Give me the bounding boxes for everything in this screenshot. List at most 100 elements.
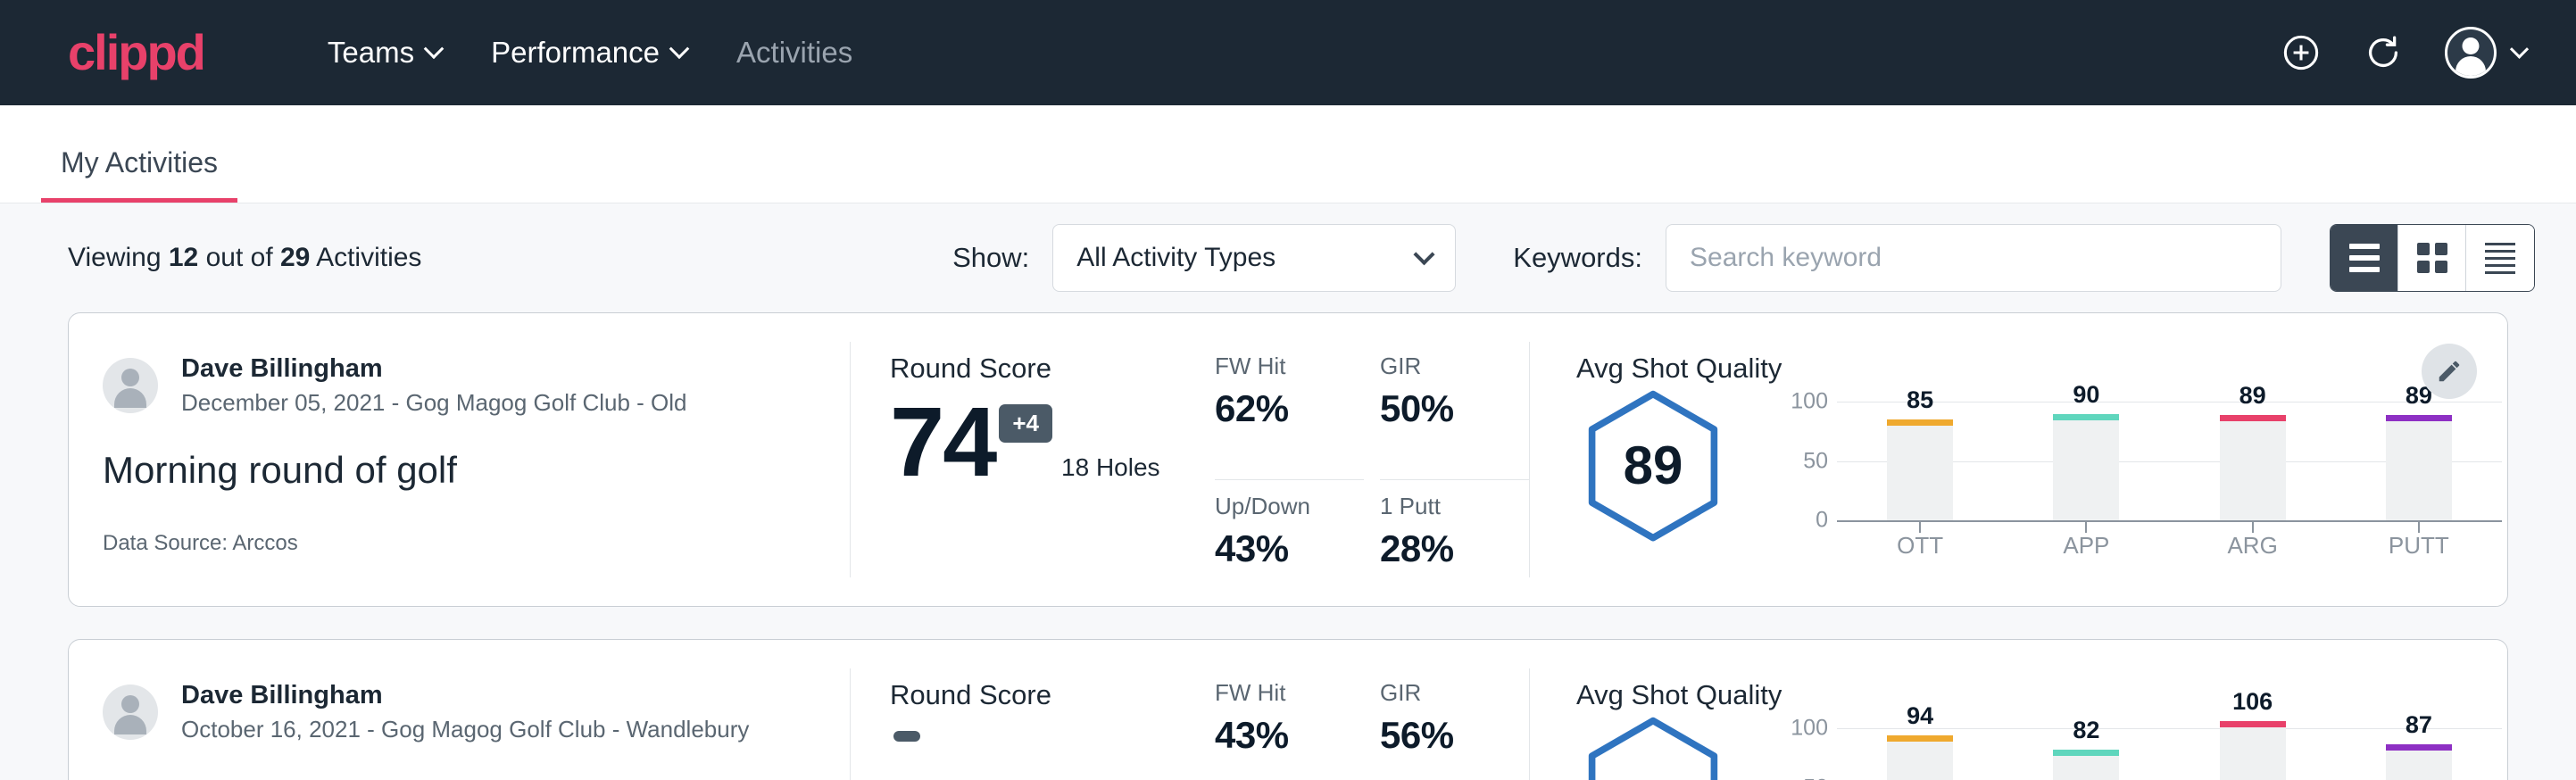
user-name: Dave Billingham xyxy=(181,353,687,385)
bar xyxy=(2386,415,2452,520)
keywords-label: Keywords: xyxy=(1513,242,1642,274)
activity-card[interactable]: Dave Billingham October 16, 2021 - Gog M… xyxy=(68,639,2508,780)
bar xyxy=(2220,415,2286,520)
stat-label: 1 Putt xyxy=(1380,493,1529,520)
chevron-down-icon xyxy=(669,38,690,59)
shot-quality-chart: 050100 85 90 89 89 OTTAPP xyxy=(1782,390,2507,560)
stat-value: 43% xyxy=(1215,527,1364,570)
y-tick-label: 100 xyxy=(1791,716,1828,742)
viewing-middle: out of xyxy=(206,243,273,272)
nav-item-activities[interactable]: Activities xyxy=(711,27,877,79)
avg-shot-quality-label: Avg Shot Quality xyxy=(1576,353,2507,385)
x-tick-label: OTT xyxy=(1887,532,1953,560)
primary-nav: Teams Performance Activities xyxy=(303,27,877,79)
compact-view-icon xyxy=(2485,243,2515,274)
bar-cap xyxy=(2220,721,2286,727)
chart-y-axis: 050100 xyxy=(1782,390,1837,560)
viewing-total: 29 xyxy=(280,243,310,272)
avg-shot-quality-section: Avg Shot Quality 89 050100 85 90 xyxy=(1530,313,2507,606)
viewing-suffix: Activities xyxy=(316,243,421,272)
bar-value-label: 87 xyxy=(2386,711,2452,739)
refresh-icon[interactable] xyxy=(2363,32,2404,73)
stat-label: FW Hit xyxy=(1215,679,1364,707)
tab-label: My Activities xyxy=(61,146,218,178)
navbar-actions xyxy=(2281,27,2526,79)
chart-bars: 94 82 106 87 xyxy=(1837,717,2502,780)
edit-activity-button[interactable] xyxy=(2422,344,2477,399)
y-tick-label: 0 xyxy=(1816,508,1828,534)
bar-column: 85 xyxy=(1887,390,1953,520)
grid-view-icon xyxy=(2417,243,2447,273)
nav-item-performance[interactable]: Performance xyxy=(466,27,711,79)
viewing-prefix: Viewing xyxy=(68,243,162,272)
chevron-down-icon xyxy=(2510,39,2529,58)
bar-value-label: 82 xyxy=(2053,717,2119,744)
bar-cap xyxy=(2053,750,2119,756)
chart-bars: 85 90 89 89 xyxy=(1837,390,2502,520)
chart-x-labels: OTTAPPARGPUTT xyxy=(1837,532,2502,560)
activity-title: Morning round of golf xyxy=(103,449,850,492)
avatar xyxy=(2445,27,2497,79)
bar-value-label: 85 xyxy=(1887,386,1953,414)
activity-card[interactable]: Dave Billingham December 05, 2021 - Gog … xyxy=(68,312,2508,607)
bar-column: 90 xyxy=(2053,390,2119,520)
avg-shot-quality-section: Avg Shot Quality 050100 94 82 xyxy=(1530,640,2507,780)
activity-type-value: All Activity Types xyxy=(1076,243,1276,273)
bar xyxy=(2053,414,2119,520)
bar xyxy=(2053,750,2119,780)
view-grid-button[interactable] xyxy=(2398,225,2466,291)
round-score-section: Round Score 74 +4 18 Holes xyxy=(851,313,1208,606)
viewing-count: 12 xyxy=(169,243,198,272)
view-list-button[interactable] xyxy=(2331,225,2398,291)
quality-score-value: 89 xyxy=(1624,435,1683,496)
avatar xyxy=(103,685,158,740)
score-to-par-badge xyxy=(893,731,920,742)
round-stats-grid: FW Hit 43% GIR 56% xyxy=(1208,640,1529,780)
x-tick-label: PUTT xyxy=(2386,532,2452,560)
round-stats-grid: FW Hit 62% GIR 50% Up/Down 43% 1 Putt 28… xyxy=(1208,313,1529,606)
round-score-section: Round Score xyxy=(851,640,1208,780)
avatar-body xyxy=(2456,56,2486,76)
chart-y-axis: 050100 xyxy=(1782,717,1837,780)
view-compact-button[interactable] xyxy=(2466,225,2534,291)
bar-column: 94 xyxy=(1887,717,1953,780)
chart-plot-area: 85 90 89 89 xyxy=(1837,390,2502,520)
nav-label-teams: Teams xyxy=(328,36,414,70)
add-icon[interactable] xyxy=(2281,32,2322,73)
avatar-head xyxy=(2463,37,2480,54)
stat-label: GIR xyxy=(1380,353,1529,380)
bar-value-label: 89 xyxy=(2220,382,2286,410)
search-input[interactable] xyxy=(1690,243,2257,273)
bar-column: 89 xyxy=(2220,390,2286,520)
bar-column: 106 xyxy=(2220,717,2286,780)
stat-value: 28% xyxy=(1380,527,1529,570)
quality-hexagon xyxy=(1585,717,1721,780)
nav-label-activities: Activities xyxy=(736,36,852,70)
holes-label: 18 Holes xyxy=(1061,453,1160,487)
round-score-label: Round Score xyxy=(890,679,1208,711)
bar-cap xyxy=(2386,415,2452,421)
filter-controls: Show: All Activity Types Keywords: xyxy=(952,224,2535,292)
tab-my-activities[interactable]: My Activities xyxy=(41,146,237,203)
bar xyxy=(2386,744,2452,780)
stat-value: 50% xyxy=(1380,387,1529,430)
activity-list: Dave Billingham December 05, 2021 - Gog … xyxy=(0,312,2576,780)
nav-item-teams[interactable]: Teams xyxy=(303,27,466,79)
chevron-down-icon xyxy=(424,38,445,59)
bar-cap xyxy=(2220,415,2286,421)
chevron-down-icon xyxy=(1414,244,1435,265)
activity-type-select[interactable]: All Activity Types xyxy=(1052,224,1456,292)
activity-meta: October 16, 2021 - Gog Magog Golf Club -… xyxy=(181,715,749,745)
activity-meta: December 05, 2021 - Gog Magog Golf Club … xyxy=(181,388,687,419)
stat-value: 43% xyxy=(1215,714,1364,757)
bar xyxy=(2220,721,2286,780)
round-score-row: 74 +4 18 Holes xyxy=(890,397,1160,487)
account-avatar[interactable] xyxy=(2445,27,2526,79)
chart-x-ticks xyxy=(1837,520,2502,533)
bar-column: 87 xyxy=(2386,717,2452,780)
search-field-wrapper[interactable] xyxy=(1666,224,2281,292)
clippd-logo[interactable]: clippd xyxy=(68,28,204,78)
stat-label: FW Hit xyxy=(1215,353,1364,380)
activity-identity: Dave Billingham December 05, 2021 - Gog … xyxy=(69,313,850,606)
view-mode-toggle xyxy=(2330,224,2535,292)
